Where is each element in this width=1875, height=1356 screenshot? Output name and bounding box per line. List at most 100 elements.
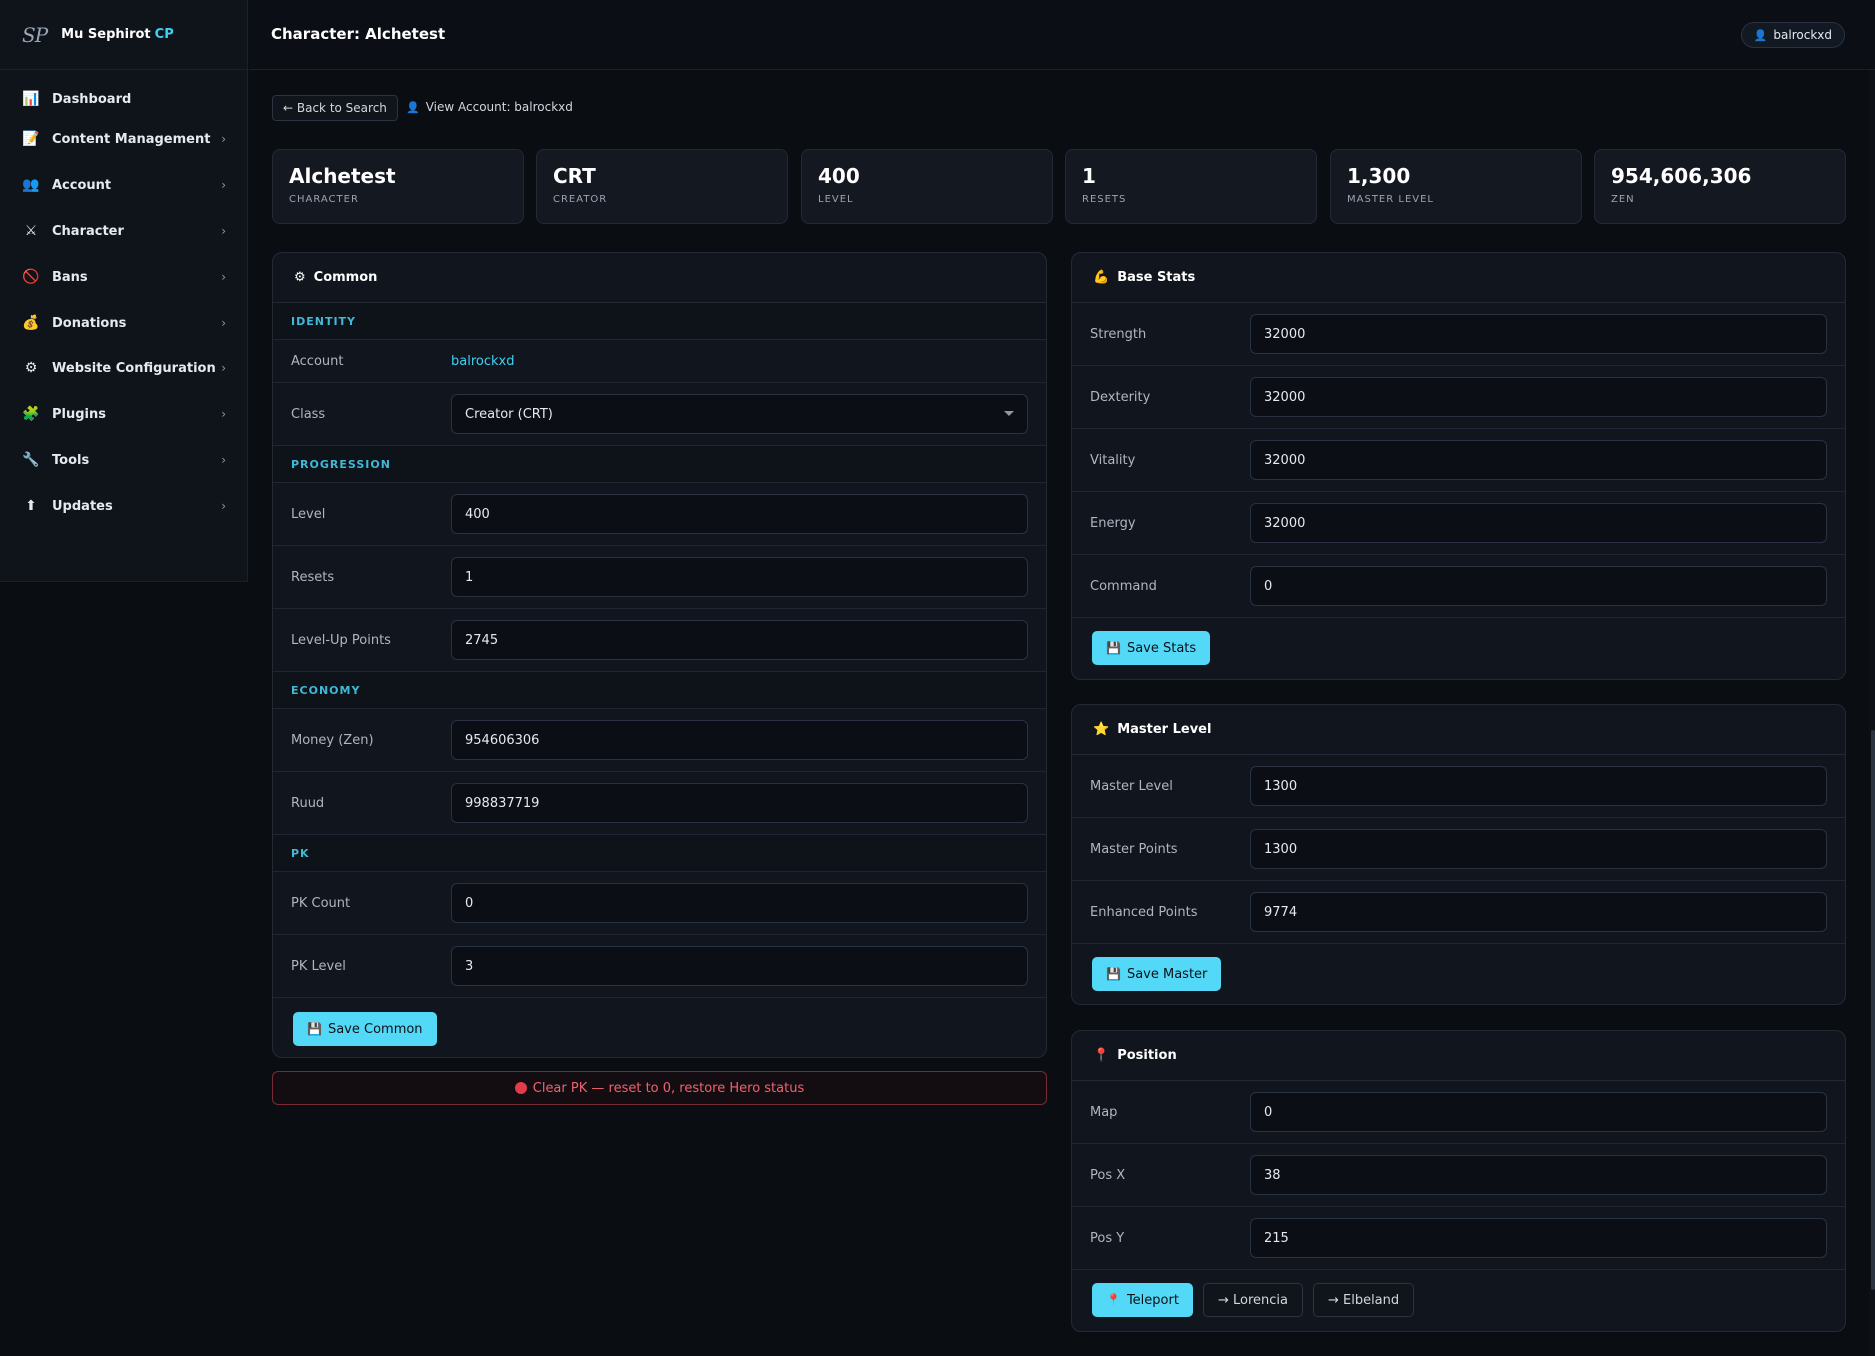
- common-panel: ⚙ Common Identity Account balrockxd Clas…: [272, 252, 1047, 1058]
- money-bag-icon: 💰: [22, 315, 40, 331]
- sidebar-item-updates[interactable]: ⬆ Updates ›: [0, 486, 248, 526]
- teleport-button[interactable]: 📍 Teleport: [1092, 1283, 1193, 1317]
- master-level-label: Master Level: [1090, 778, 1173, 794]
- money-row: Money (Zen) 954606306: [273, 709, 1046, 772]
- master-level-panel: ⭐ Master Level Master Level 1300 Master …: [1071, 704, 1846, 1005]
- energy-row: Energy 32000: [1072, 492, 1845, 555]
- floppy-disk-icon: 💾: [307, 1022, 322, 1036]
- brand-suffix: CP: [154, 27, 174, 42]
- pos-y-input[interactable]: 215: [1250, 1218, 1827, 1258]
- user-name: balrockxd: [1773, 28, 1832, 42]
- summary-value: 400: [818, 164, 860, 188]
- master-level-input[interactable]: 1300: [1250, 766, 1827, 806]
- sidebar-item-plugins[interactable]: 🧩 Plugins ›: [0, 394, 248, 434]
- summary-card-class: CRT Creator: [536, 149, 788, 224]
- summary-label: Creator: [553, 194, 608, 205]
- summary-label: Master Level: [1347, 194, 1434, 205]
- brand[interactable]: SP Mu Sephirot CP: [0, 0, 247, 70]
- progression-section-label: Progression: [273, 446, 1046, 483]
- view-account-link[interactable]: 👤 View Account: balrockxd: [406, 100, 573, 114]
- vitality-input[interactable]: 32000: [1250, 440, 1827, 480]
- sidebar-item-bans[interactable]: 🚫 Bans ›: [0, 257, 248, 297]
- sidebar-item-label: Donations: [52, 315, 127, 331]
- class-select[interactable]: Creator (CRT): [451, 394, 1028, 434]
- user-icon: 👤: [1753, 28, 1768, 42]
- chevron-right-icon: ›: [221, 224, 226, 238]
- money-input[interactable]: 954606306: [451, 720, 1028, 760]
- pk-count-input[interactable]: 0: [451, 883, 1028, 923]
- master-points-input[interactable]: 1300: [1250, 829, 1827, 869]
- chart-icon: 📊: [22, 91, 40, 107]
- pk-level-label: PK Level: [291, 958, 346, 974]
- chevron-right-icon: ›: [221, 453, 226, 467]
- sidebar-item-character[interactable]: ⚔ Character ›: [0, 211, 248, 251]
- common-panel-header: ⚙ Common: [273, 253, 1046, 303]
- energy-input[interactable]: 32000: [1250, 503, 1827, 543]
- save-master-button[interactable]: 💾 Save Master: [1092, 957, 1222, 991]
- command-input[interactable]: 0: [1250, 566, 1827, 606]
- money-label: Money (Zen): [291, 732, 374, 748]
- ruud-input[interactable]: 998837719: [451, 783, 1028, 823]
- chevron-right-icon: ›: [221, 178, 226, 192]
- pk-level-input[interactable]: 3: [451, 946, 1028, 986]
- page-title: Character: Alchetest: [271, 25, 446, 43]
- map-input[interactable]: 0: [1250, 1092, 1827, 1132]
- energy-label: Energy: [1090, 515, 1136, 531]
- save-stats-label: Save Stats: [1126, 640, 1197, 656]
- level-up-points-label: Level-Up Points: [291, 632, 391, 648]
- resets-row: Resets 1: [273, 546, 1046, 609]
- clear-pk-button[interactable]: Clear PK — reset to 0, restore Hero stat…: [272, 1071, 1047, 1105]
- level-row: Level 400: [273, 483, 1046, 546]
- account-link[interactable]: balrockxd: [451, 354, 514, 369]
- class-row: Class Creator (CRT): [273, 383, 1046, 446]
- dexterity-input[interactable]: 32000: [1250, 377, 1827, 417]
- base-stats-panel: 💪 Base Stats Strength 32000 Dexterity 32…: [1071, 252, 1846, 680]
- swords-icon: ⚔: [24, 223, 38, 239]
- gear-icon: ⚙: [294, 270, 306, 285]
- sidebar-item-account[interactable]: 👥 Account ›: [0, 165, 248, 205]
- sidebar-item-label: Account: [52, 177, 112, 193]
- summary-value: Alchetest: [289, 164, 396, 188]
- master-level-title: Master Level: [1117, 722, 1212, 737]
- master-level-row: Master Level 1300: [1072, 755, 1845, 818]
- pin-icon: 📍: [1106, 1293, 1121, 1307]
- class-select-value[interactable]: Creator (CRT): [451, 394, 1028, 434]
- summary-card-character: Alchetest Character: [272, 149, 524, 224]
- base-stats-header: 💪 Base Stats: [1072, 253, 1845, 303]
- resets-input[interactable]: 1: [451, 557, 1028, 597]
- floppy-disk-icon: 💾: [1106, 967, 1121, 981]
- summary-card-master-level: 1,300 Master Level: [1330, 149, 1582, 224]
- teleport-label: Teleport: [1126, 1292, 1179, 1308]
- user-menu-button[interactable]: 👤 balrockxd: [1740, 22, 1845, 48]
- sidebar-item-dashboard[interactable]: 📊 Dashboard: [0, 79, 248, 119]
- save-stats-button[interactable]: 💾 Save Stats: [1092, 631, 1211, 665]
- sidebar-item-content-management[interactable]: 📝 Content Management ›: [0, 119, 248, 159]
- ruud-label: Ruud: [291, 795, 325, 811]
- sidebar-item-donations[interactable]: 💰 Donations ›: [0, 303, 248, 343]
- back-to-search-button[interactable]: ← Back to Search: [272, 95, 398, 121]
- star-icon: ⭐: [1093, 722, 1110, 737]
- flexed-biceps-icon: 💪: [1093, 270, 1110, 285]
- up-arrow-icon: ⬆: [25, 498, 37, 514]
- summary-label: Level: [818, 194, 854, 205]
- level-up-points-input[interactable]: 2745: [451, 620, 1028, 660]
- pos-x-input[interactable]: 38: [1250, 1155, 1827, 1195]
- chevron-right-icon: ›: [221, 361, 226, 375]
- elbeland-button[interactable]: → Elbeland: [1312, 1283, 1415, 1317]
- sidebar-item-tools[interactable]: 🔧 Tools ›: [0, 440, 248, 480]
- lorencia-button[interactable]: → Lorencia: [1202, 1283, 1303, 1317]
- sidebar-item-label: Website Configuration: [52, 360, 216, 376]
- strength-input[interactable]: 32000: [1250, 314, 1827, 354]
- enhanced-points-input[interactable]: 9774: [1250, 892, 1827, 932]
- position-title: Position: [1117, 1048, 1177, 1063]
- save-common-button[interactable]: 💾 Save Common: [293, 1012, 437, 1046]
- level-input[interactable]: 400: [451, 494, 1028, 534]
- sidebar-item-website-configuration[interactable]: ⚙ Website Configuration ›: [0, 348, 248, 388]
- sidebar-item-label: Plugins: [52, 406, 106, 422]
- scrollbar-thumb[interactable]: [1871, 730, 1875, 1290]
- account-label: Account: [291, 353, 344, 369]
- sidebar-item-label: Updates: [52, 498, 113, 514]
- base-stats-footer: 💾 Save Stats: [1072, 618, 1845, 678]
- level-up-points-row: Level-Up Points 2745: [273, 609, 1046, 672]
- summary-card-zen: 954,606,306 Zen: [1594, 149, 1846, 224]
